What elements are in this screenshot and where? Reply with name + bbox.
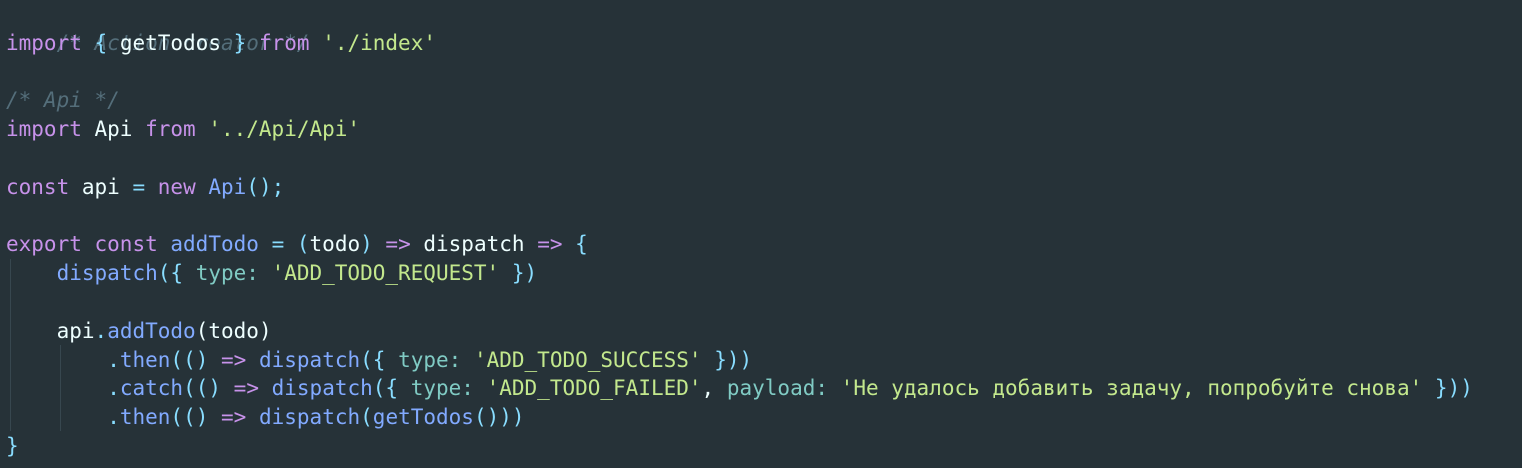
- punctuation: .: [107, 405, 120, 430]
- punctuation: (: [195, 318, 209, 343]
- string: 'ADD_TODO_FAILED': [486, 376, 702, 401]
- string: '../Api/Api': [208, 117, 361, 142]
- arrow-operator: =>: [221, 405, 247, 430]
- punctuation: ): [258, 318, 272, 343]
- string: './index': [322, 30, 436, 55]
- punctuation: ): [195, 347, 209, 372]
- keyword: const: [94, 232, 158, 257]
- identifier: api: [56, 318, 95, 343]
- operator: =: [132, 174, 146, 199]
- keyword: import: [6, 117, 82, 142]
- parameter: todo: [309, 232, 361, 257]
- code-line-15: .then(() => dispatch(getTodos())): [6, 403, 1522, 432]
- operator: =: [271, 232, 285, 257]
- method-name: then: [119, 347, 171, 372]
- function-call: dispatch: [258, 347, 361, 372]
- function-call: getTodos: [372, 405, 474, 430]
- identifier: Api: [94, 117, 133, 142]
- punctuation: ((: [170, 347, 196, 372]
- punctuation: {: [94, 30, 108, 55]
- punctuation: }: [233, 30, 247, 55]
- arrow-operator: =>: [385, 232, 411, 257]
- punctuation: ,: [701, 376, 715, 401]
- punctuation: ((: [170, 405, 196, 430]
- code-line-5: import Api from '../Api/Api': [6, 115, 1522, 144]
- identifier: api: [81, 174, 120, 199]
- keyword: from: [258, 30, 310, 55]
- arrow-operator: =>: [537, 232, 563, 257]
- function-name: addTodo: [170, 232, 259, 257]
- string: 'Не удалось добавить задачу, попробуйте …: [840, 376, 1423, 401]
- code-line-16: }: [6, 432, 1522, 461]
- function-call: dispatch: [56, 261, 158, 286]
- code-line-2: import { getTodos } from './index': [6, 29, 1522, 58]
- punctuation: })): [1434, 376, 1473, 401]
- code-line-1: /* Action creator */: [6, 0, 1522, 55]
- code-line-9: export const addTodo = (todo) => dispatc…: [6, 230, 1522, 259]
- punctuation: ({: [157, 261, 184, 286]
- code-line-7: const api = new Api();: [6, 173, 1522, 202]
- identifier: getTodos: [119, 30, 221, 55]
- punctuation: ({: [372, 376, 399, 401]
- code-line-14: .catch(() => dispatch({ type: 'ADD_TODO_…: [6, 374, 1522, 403]
- comment: /* Api */: [6, 88, 120, 113]
- keyword: new: [157, 174, 196, 199]
- function-call: dispatch: [271, 376, 373, 401]
- punctuation: ): [195, 405, 209, 430]
- parameter: dispatch: [423, 232, 525, 257]
- code-line-13: .then(() => dispatch({ type: 'ADD_TODO_S…: [6, 346, 1522, 375]
- punctuation: }: [6, 433, 19, 458]
- function-call: dispatch: [258, 405, 361, 430]
- property-key: type:: [398, 347, 462, 372]
- code-editor[interactable]: /* Action creator */ import { getTodos }…: [6, 0, 1522, 468]
- property-key: type:: [410, 376, 474, 401]
- string: 'ADD_TODO_REQUEST': [271, 261, 500, 286]
- keyword: export: [6, 232, 82, 257]
- punctuation: }): [511, 261, 538, 286]
- punctuation: ((: [183, 376, 209, 401]
- method-name: catch: [119, 376, 184, 401]
- property-key: type:: [195, 261, 259, 286]
- method-name: then: [119, 405, 171, 430]
- punctuation: })): [714, 347, 753, 372]
- keyword: from: [145, 117, 196, 142]
- arrow-operator: =>: [221, 347, 247, 372]
- class-name: Api: [208, 174, 247, 199]
- code-line-12: api.addTodo(todo): [6, 317, 1522, 346]
- arrow-operator: =>: [233, 376, 259, 401]
- string: 'ADD_TODO_SUCCESS': [473, 347, 702, 372]
- punctuation: ): [360, 232, 373, 257]
- code-line-4: /* Api */: [6, 86, 1522, 115]
- property-key: payload:: [726, 376, 829, 401]
- method-name: addTodo: [107, 318, 196, 343]
- punctuation: .: [107, 376, 120, 401]
- punctuation: ();: [246, 174, 285, 199]
- argument: todo: [208, 318, 259, 343]
- punctuation: .: [94, 318, 108, 343]
- punctuation: (: [360, 405, 373, 430]
- punctuation: ): [208, 376, 222, 401]
- punctuation: )): [499, 405, 525, 430]
- code-line-10: dispatch({ type: 'ADD_TODO_REQUEST' }): [6, 259, 1522, 288]
- punctuation: ({: [360, 347, 386, 372]
- keyword: const: [6, 174, 70, 199]
- punctuation: {: [575, 232, 588, 257]
- punctuation: (: [296, 232, 310, 257]
- punctuation: .: [107, 347, 120, 372]
- punctuation: (): [473, 405, 500, 430]
- keyword: import: [6, 30, 82, 55]
